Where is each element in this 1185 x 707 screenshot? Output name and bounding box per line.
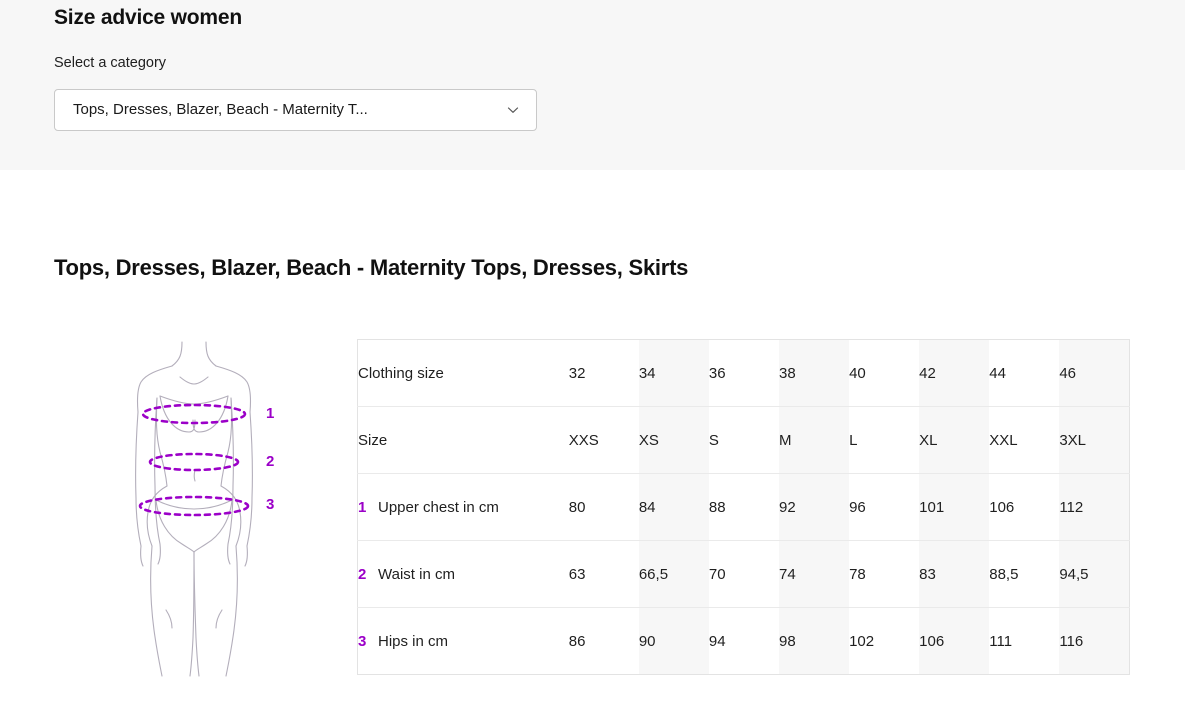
category-select-label: Select a category <box>54 55 167 71</box>
table-cell: 78 <box>849 540 920 608</box>
measure-line-upper-chest <box>141 403 247 425</box>
category-select-value: Tops, Dresses, Blazer, Beach - Maternity… <box>73 101 368 118</box>
table-cell: 66,5 <box>638 540 709 608</box>
table-cell: 84 <box>638 473 709 541</box>
table-cell: 34 <box>638 339 709 407</box>
table-cell: 98 <box>779 607 850 675</box>
diagram-marker-2: 2 <box>266 453 275 470</box>
table-cell: 32 <box>568 339 639 407</box>
row-label-text: Size <box>358 431 388 449</box>
table-cell: 106 <box>989 473 1060 541</box>
row-label: 1 Upper chest in cm <box>357 473 569 541</box>
table-row: Size XXS XS S M L XL XXL 3XL <box>357 406 1130 474</box>
diagram-marker-3: 3 <box>266 496 275 513</box>
table-cell: 63 <box>568 540 639 608</box>
row-label-text: Upper chest in cm <box>378 498 499 516</box>
diagram-marker-1: 1 <box>266 405 275 422</box>
table-cell: 46 <box>1059 339 1130 407</box>
table-cell: S <box>708 406 779 474</box>
row-label-text: Hips in cm <box>378 632 449 650</box>
table-cell: 74 <box>779 540 850 608</box>
row-label: 2 Waist in cm <box>357 540 569 608</box>
table-cell: 80 <box>568 473 639 541</box>
table-cell: 88,5 <box>989 540 1060 608</box>
table-cell: 70 <box>708 540 779 608</box>
size-chart-body: Clothing size 32 34 36 38 40 42 44 46 Size XXS XS S M… <box>357 339 1130 675</box>
table-row: 1 Upper chest in cm 80 84 88 92 96 101 106 112 <box>357 473 1130 541</box>
category-selector-panel: Size advice women Select a category Tops… <box>0 0 1185 170</box>
row-label: 3 Hips in cm <box>358 608 569 675</box>
section-heading: Tops, Dresses, Blazer, Beach - Maternity… <box>54 255 689 280</box>
row-marker-number: 2 <box>358 565 367 583</box>
table-cell: 94 <box>708 632 726 650</box>
table-cell: 88 <box>708 473 779 541</box>
table-cell: 116 <box>1059 607 1130 675</box>
table-cell: 106 <box>919 607 990 675</box>
table-cell: 94,5 <box>1059 540 1130 608</box>
size-chart-table: Clothing size 32 34 36 38 40 42 44 46 Size XXS XS S M… <box>357 339 1130 675</box>
table-cell: XL <box>919 406 990 474</box>
chevron-down-icon <box>506 103 520 117</box>
table-cell: XXS <box>568 406 639 474</box>
table-cell: XXL <box>989 406 1060 474</box>
female-body-measurement-diagram <box>110 340 310 680</box>
table-cell: 96 <box>849 473 920 541</box>
table-cell: 40 <box>849 339 920 407</box>
row-label: Clothing size <box>357 339 569 407</box>
table-row: 2 Waist in cm 63 66,5 70 74 78 83 88,5 94,5 <box>357 540 1130 608</box>
page-title: Size advice women <box>54 6 243 29</box>
table-cell: 3XL <box>1059 406 1130 474</box>
row-label-text: Waist in cm <box>378 565 455 583</box>
table-cell: 42 <box>919 339 990 407</box>
table-cell: 38 <box>779 339 850 407</box>
row-label-text: Clothing size <box>358 364 444 382</box>
table-cell: 36 <box>708 339 779 407</box>
table-cell: 102 <box>849 632 875 650</box>
table-cell: XS <box>638 406 709 474</box>
table-row: 3 Hips in cm 86 90 94 98 102 106 111 116 <box>358 607 1130 675</box>
table-cell: M <box>779 406 850 474</box>
row-marker-number: 1 <box>358 498 367 516</box>
table-cell: 112 <box>1059 473 1130 541</box>
category-select[interactable]: Tops, Dresses, Blazer, Beach - Maternity… <box>54 89 537 131</box>
row-marker-number: 3 <box>358 632 367 650</box>
table-cell: L <box>849 406 920 474</box>
row-label: Size <box>357 406 569 474</box>
table-cell: 111 <box>989 632 1013 650</box>
table-cell: 92 <box>779 473 850 541</box>
table-cell: 86 <box>568 632 586 650</box>
table-cell: 83 <box>919 540 990 608</box>
table-cell: 44 <box>989 339 1060 407</box>
table-cell: 101 <box>919 473 990 541</box>
table-row: Clothing size 32 34 36 38 40 42 44 46 <box>357 339 1130 407</box>
table-cell: 90 <box>638 607 709 675</box>
